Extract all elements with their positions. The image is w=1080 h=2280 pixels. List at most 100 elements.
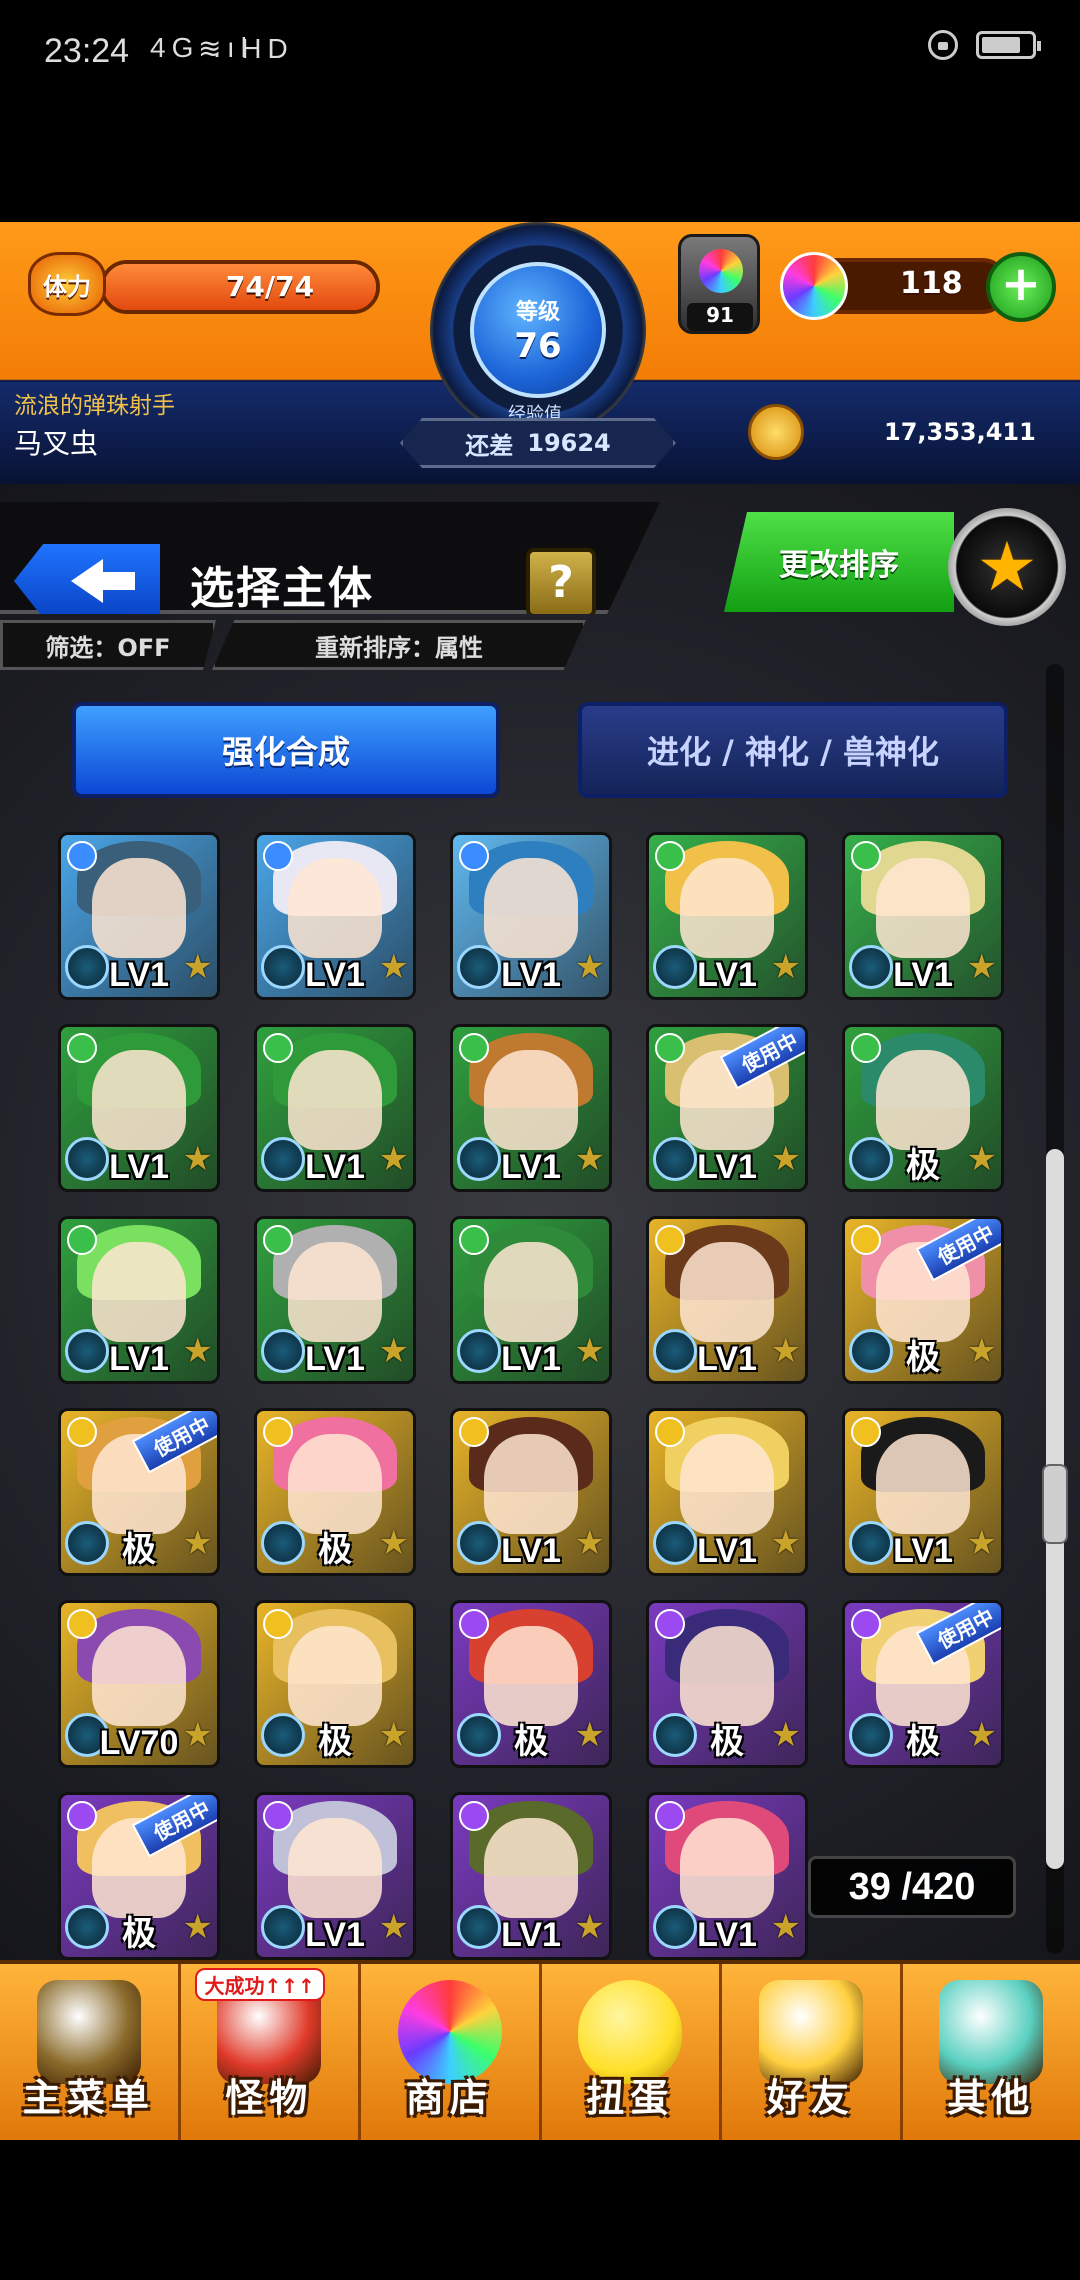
element-icon	[459, 1609, 489, 1639]
monster-tile[interactable]: LV1 ★	[254, 1024, 416, 1192]
monster-tile[interactable]: LV1 ★	[58, 832, 220, 1000]
monster-tile[interactable]: 极 ★ 使用中	[58, 1408, 220, 1576]
element-icon	[263, 1417, 293, 1447]
monster-tile[interactable]: LV1 ★	[254, 1216, 416, 1384]
stamina-bar[interactable]: 74/74	[100, 260, 380, 314]
monster-tile[interactable]: 极 ★ 使用中	[842, 1216, 1004, 1384]
star-icon: ★	[378, 1331, 409, 1371]
star-icon: ★	[182, 947, 213, 987]
monster-tile[interactable]: LV1 ★	[646, 1792, 808, 1960]
monster-portrait	[92, 1049, 186, 1151]
element-icon	[655, 1609, 685, 1639]
back-arrow-icon	[71, 559, 135, 603]
tab-evolve[interactable]: 进化 / 神化 / 兽神化	[578, 702, 1008, 798]
element-icon	[67, 1225, 97, 1255]
monster-tile[interactable]: LV1 ★ 使用中	[646, 1024, 808, 1192]
monster-tile[interactable]: LV70 ★	[58, 1600, 220, 1768]
element-icon	[851, 1609, 881, 1639]
monster-portrait	[92, 1625, 186, 1727]
nav-other[interactable]: 其他	[903, 1964, 1080, 2140]
monster-tile[interactable]: LV1 ★	[58, 1216, 220, 1384]
navigation-bar-area	[0, 2140, 1080, 2280]
monster-tile[interactable]: LV1 ★	[450, 1792, 612, 1960]
tab-power-up[interactable]: 强化合成	[72, 702, 500, 798]
element-icon	[263, 1033, 293, 1063]
orb-icon	[780, 252, 848, 320]
player-name: 马叉虫	[14, 427, 99, 460]
element-icon	[263, 841, 293, 871]
monster-portrait	[680, 1625, 774, 1727]
monster-portrait	[288, 1817, 382, 1919]
monster-tile[interactable]: LV1 ★	[646, 1408, 808, 1576]
monster-tile[interactable]: LV1 ★	[842, 832, 1004, 1000]
buy-orbs-button[interactable]: +	[986, 252, 1056, 322]
nav-label: 扭蛋	[586, 2076, 675, 2120]
nav-friends[interactable]: 好友	[722, 1964, 903, 2140]
star-icon: ★	[966, 1331, 997, 1371]
nav-shop[interactable]: 商店	[361, 1964, 542, 2140]
monster-tile[interactable]: LV1 ★	[450, 1216, 612, 1384]
filter-toggle[interactable]: 筛选：OFF	[0, 620, 216, 670]
monster-tile[interactable]: LV1 ★	[646, 1216, 808, 1384]
monster-tile[interactable]: 极 ★	[450, 1600, 612, 1768]
monster-portrait	[484, 1433, 578, 1535]
star-icon: ★	[770, 1523, 801, 1563]
orb-pack-button[interactable]: 91	[678, 234, 760, 334]
element-icon	[459, 1225, 489, 1255]
monster-tile[interactable]: LV1 ★	[254, 1792, 416, 1960]
element-icon	[851, 841, 881, 871]
page-title: 选择主体	[190, 563, 374, 614]
nav-monsters[interactable]: 大成功↑↑↑ 怪物	[181, 1964, 361, 2140]
change-sort-button[interactable]: 更改排序	[724, 512, 954, 612]
monster-tile[interactable]: 极 ★ 使用中	[58, 1792, 220, 1960]
monster-portrait	[288, 1433, 382, 1535]
element-icon	[459, 841, 489, 871]
monster-portrait	[876, 1433, 970, 1535]
monster-tile[interactable]: LV1 ★	[842, 1408, 1004, 1576]
monster-tile[interactable]: 极 ★ 使用中	[842, 1600, 1004, 1768]
monster-portrait	[484, 1817, 578, 1919]
monster-tile[interactable]: LV1 ★	[450, 1408, 612, 1576]
monster-tile[interactable]: 极 ★	[254, 1600, 416, 1768]
element-icon	[851, 1417, 881, 1447]
star-icon: ★	[770, 1715, 801, 1755]
star-icon: ★	[574, 1715, 605, 1755]
monster-tile[interactable]: 极 ★	[842, 1024, 1004, 1192]
nav-label: 商店	[405, 2076, 494, 2120]
star-icon: ★	[966, 1139, 997, 1179]
monster-portrait	[484, 857, 578, 959]
monster-tile[interactable]: LV1 ★	[58, 1024, 220, 1192]
monster-tile[interactable]: LV1 ★	[646, 832, 808, 1000]
monster-tile[interactable]: 极 ★	[646, 1600, 808, 1768]
monster-tile[interactable]: LV1 ★	[450, 1024, 612, 1192]
monster-tile[interactable]: LV1 ★	[254, 832, 416, 1000]
monster-tile[interactable]: 极 ★	[254, 1408, 416, 1576]
coin-value: 17,353,411	[884, 418, 1036, 446]
element-icon	[851, 1225, 881, 1255]
star-icon: ★	[378, 1715, 409, 1755]
monster-portrait	[876, 1049, 970, 1151]
star-icon: ★	[966, 1715, 997, 1755]
nav-gacha[interactable]: 扭蛋	[542, 1964, 722, 2140]
status-time: 23:24	[44, 32, 130, 70]
sort-order-label[interactable]: 重新排序：属性	[212, 620, 586, 670]
stamina-value: 74/74	[225, 270, 315, 303]
exp-remaining-label: 还差	[465, 431, 514, 460]
element-icon	[263, 1225, 293, 1255]
monster-tile[interactable]: LV1 ★	[450, 832, 612, 1000]
player-title: 流浪的弹珠射手	[14, 393, 175, 419]
star-icon: ★	[574, 1523, 605, 1563]
scroll-handle[interactable]	[1042, 1464, 1068, 1544]
star-icon: ★	[770, 1331, 801, 1371]
back-button[interactable]	[14, 544, 160, 614]
element-icon	[655, 1033, 685, 1063]
help-button[interactable]: ?	[526, 548, 596, 614]
nav-main-menu[interactable]: 主菜单	[0, 1964, 181, 2140]
nav-label: 怪物	[225, 2076, 314, 2120]
favorite-star-button[interactable]: ★	[948, 508, 1066, 626]
bottom-nav: 主菜单 大成功↑↑↑ 怪物 商店 扭蛋 好友 其他	[0, 1960, 1080, 2140]
status-bar: 23:24 4G .ıl ≋ HD	[0, 0, 1080, 110]
monster-portrait	[288, 1625, 382, 1727]
level-badge: 等级 76	[470, 262, 606, 398]
level-value: 76	[514, 326, 562, 366]
